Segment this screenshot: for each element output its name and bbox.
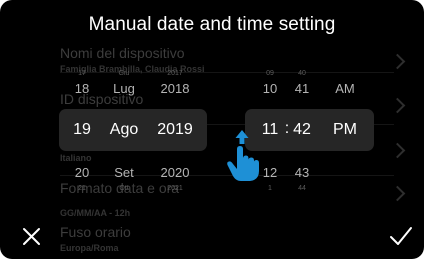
year-far-above: 2017 [167, 70, 183, 77]
year-selected[interactable]: 2019 [154, 121, 196, 139]
list-item-value: Europa/Roma [60, 243, 119, 253]
month-selected[interactable]: Ago [106, 121, 142, 139]
list-item-label: Fuso orario [60, 224, 131, 240]
minute-selected[interactable]: 42 [289, 121, 315, 139]
list-item-timezone: Fuso orario Europa/Roma [60, 224, 131, 253]
day-above[interactable]: 18 [70, 81, 94, 96]
list-item-value: GG/MM/AA - 12h [60, 208, 131, 218]
period-above[interactable]: AM [331, 81, 359, 96]
chevron-right-icon [389, 142, 406, 159]
close-icon[interactable] [22, 227, 41, 246]
day-far-above: 17 [78, 70, 86, 77]
month-far-below: Ott [119, 185, 129, 192]
day-selected[interactable]: 19 [69, 121, 95, 139]
minute-above[interactable]: 41 [290, 81, 314, 96]
minute-far-below: 44 [298, 185, 306, 192]
day-far-below: 21 [78, 185, 86, 192]
time-setting-screen: Nomi del dispositivo Famiglia Brambilla,… [0, 0, 424, 259]
list-item-label: Nomi del dispositivo [60, 45, 185, 61]
minute-below[interactable]: 43 [290, 165, 314, 180]
minute-far-above: 40 [298, 70, 306, 77]
month-far-above: Giu [118, 70, 130, 77]
hour-far-above: 09 [266, 70, 274, 77]
chevron-right-icon [389, 53, 406, 70]
day-below[interactable]: 20 [70, 165, 94, 180]
chevron-right-icon [389, 185, 406, 202]
year-far-below: 2021 [167, 185, 183, 192]
swipe-up-hand-icon [227, 130, 259, 181]
hour-above[interactable]: 10 [258, 81, 282, 96]
month-above[interactable]: Lug [108, 81, 140, 96]
period-selected[interactable]: PM [328, 121, 362, 139]
checkmark-icon[interactable] [389, 226, 413, 246]
list-item-language-value: Italiano [60, 153, 92, 163]
month-below[interactable]: Set [108, 165, 140, 180]
hour-far-below: 1 [268, 185, 272, 192]
page-title: Manual date and time setting [88, 14, 336, 35]
year-above[interactable]: 2018 [157, 81, 193, 96]
year-below[interactable]: 2020 [157, 165, 193, 180]
chevron-right-icon [389, 97, 406, 114]
